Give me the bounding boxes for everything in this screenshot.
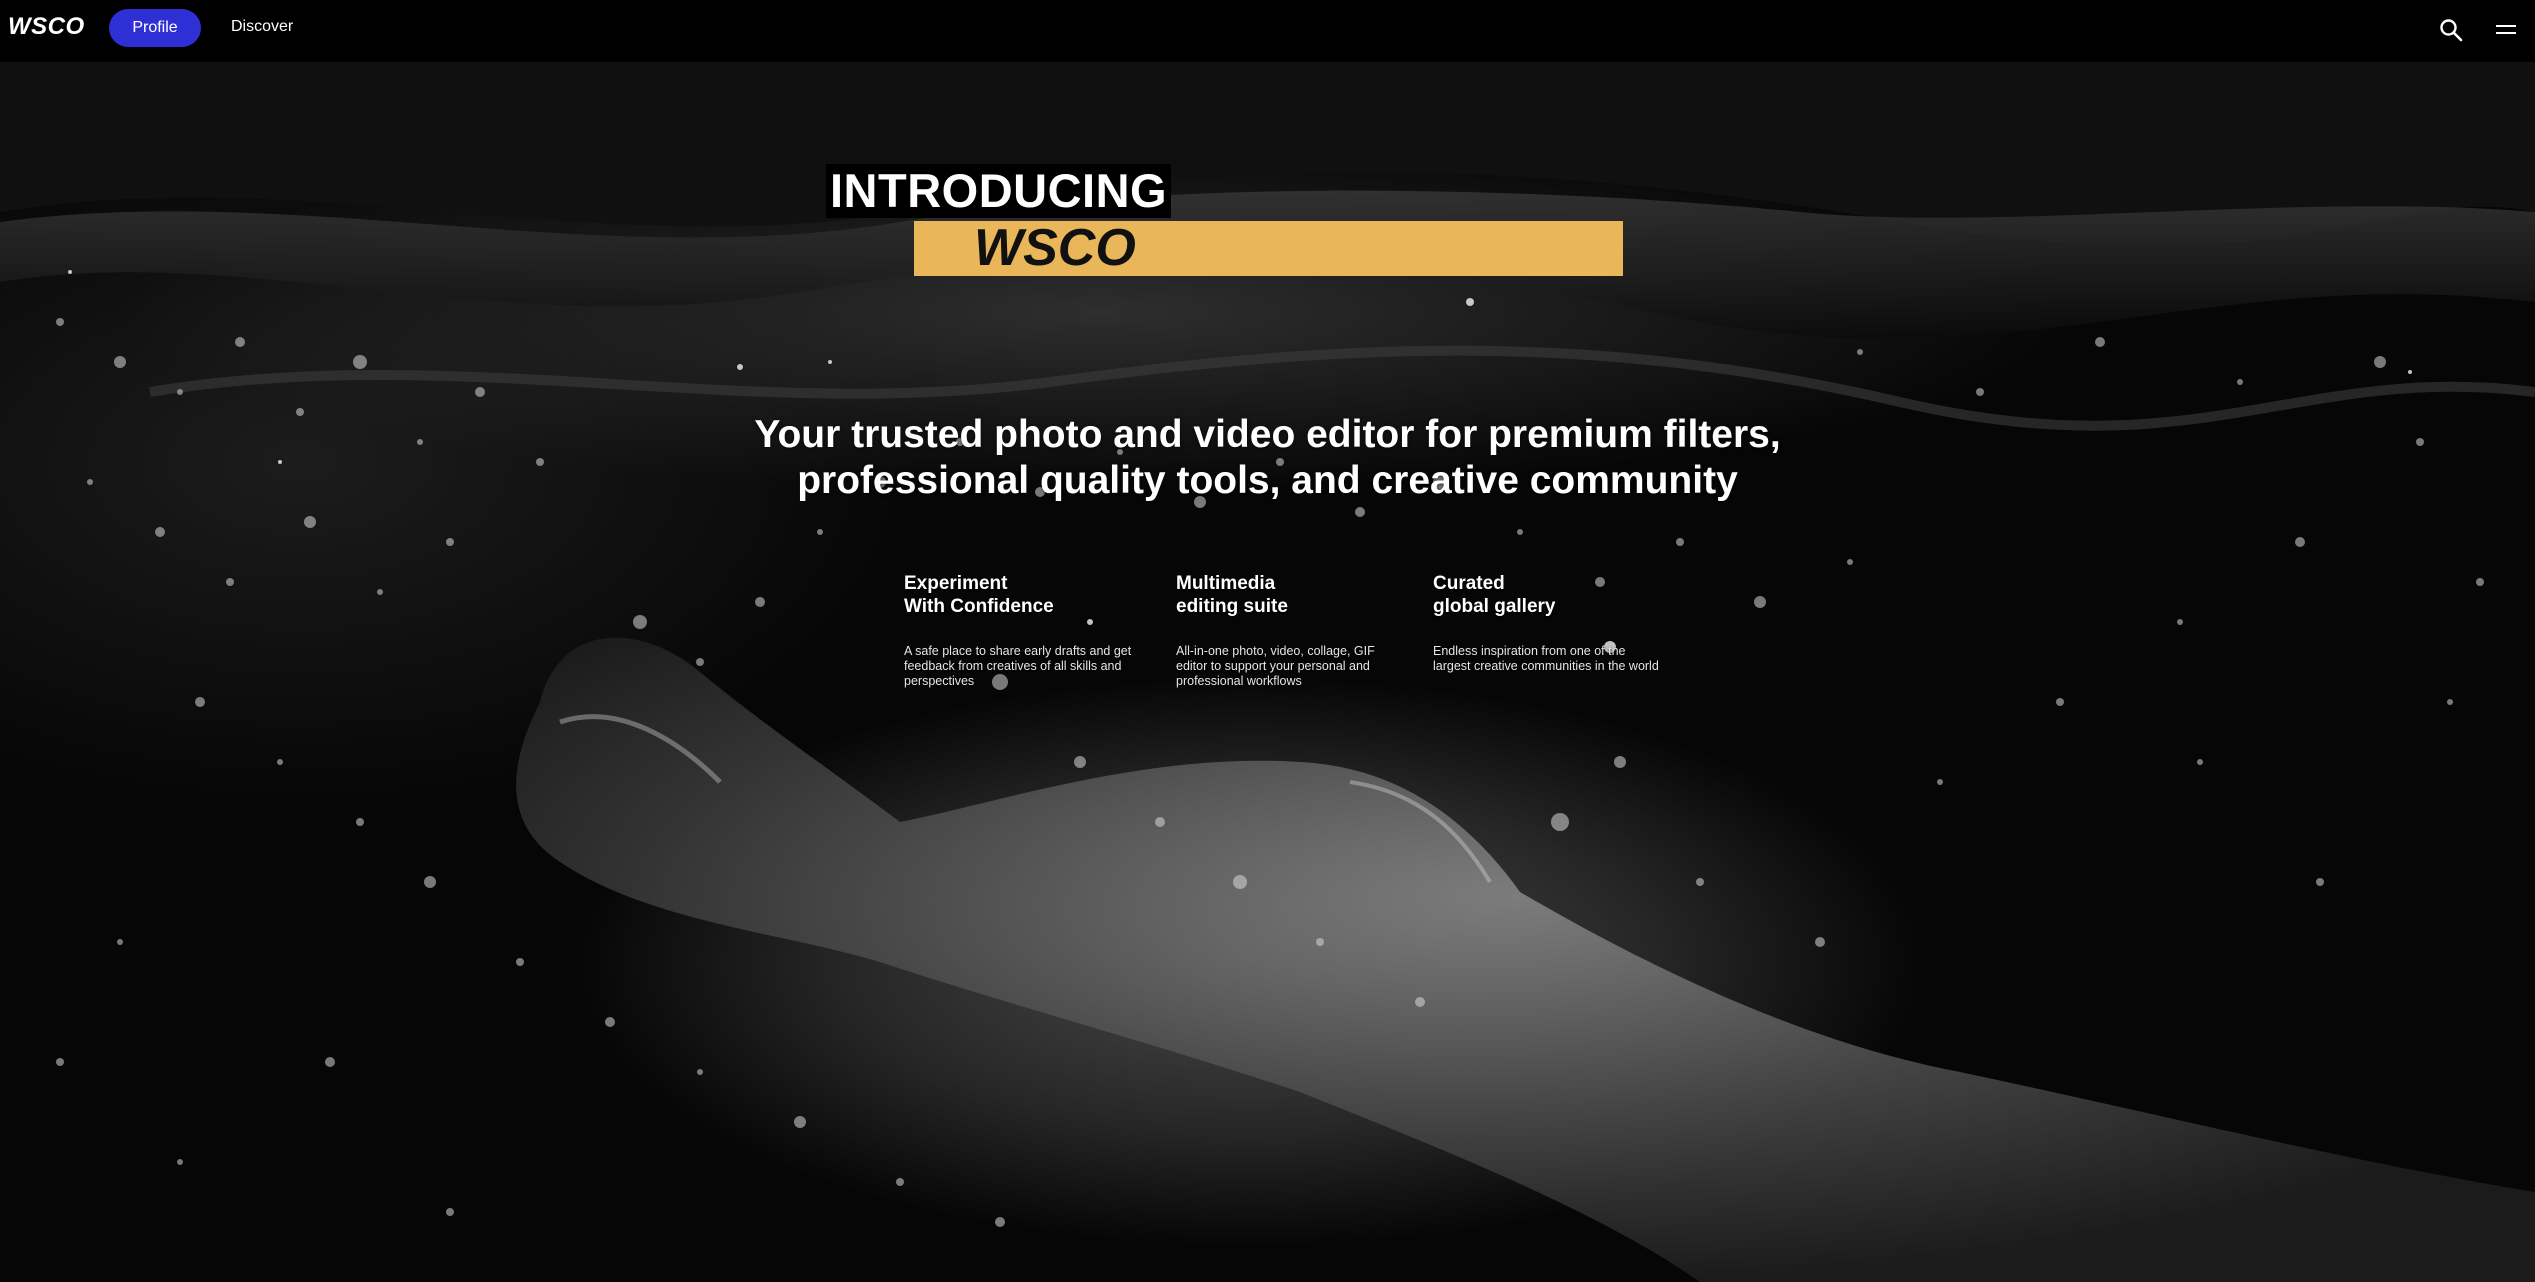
tagline-line-1: Your trusted photo and video editor for … bbox=[754, 413, 1781, 456]
brand-heading: WSCO bbox=[974, 219, 1136, 277]
brand-logo[interactable]: WSCO bbox=[8, 13, 85, 41]
feature-title: Multimedia editing suite bbox=[1176, 573, 1288, 617]
feature-gallery: Curated global gallery Endless inspirati… bbox=[1433, 572, 1663, 674]
tagline: Your trusted photo and video editor for … bbox=[660, 412, 1875, 504]
introducing-heading: INTRODUCING bbox=[826, 164, 1172, 218]
feature-title: Curated global gallery bbox=[1433, 573, 1556, 617]
feature-description: All-in-one photo, video, collage, GIF ed… bbox=[1176, 644, 1375, 688]
feature-title: Experiment With Confidence bbox=[904, 573, 1054, 617]
feature-description: Endless inspiration from one of the larg… bbox=[1433, 644, 1659, 673]
menu-icon[interactable] bbox=[2494, 20, 2518, 40]
feature-description: A safe place to share early drafts and g… bbox=[904, 644, 1132, 688]
feature-multimedia: Multimedia editing suite All-in-one phot… bbox=[1176, 572, 1406, 689]
feature-experiment: Experiment With Confidence A safe place … bbox=[904, 572, 1134, 689]
hero-section: INTRODUCING WSCO Your trusted photo and … bbox=[0, 62, 2535, 1282]
profile-button[interactable]: Profile bbox=[109, 9, 201, 47]
brand-highlight-bar: WSCO bbox=[914, 221, 1623, 276]
top-navigation: WSCO Profile Discover bbox=[0, 0, 2535, 62]
search-icon[interactable] bbox=[2438, 17, 2464, 43]
discover-link[interactable]: Discover bbox=[231, 18, 293, 36]
tagline-line-2: professional quality tools, and creative… bbox=[797, 459, 1738, 502]
